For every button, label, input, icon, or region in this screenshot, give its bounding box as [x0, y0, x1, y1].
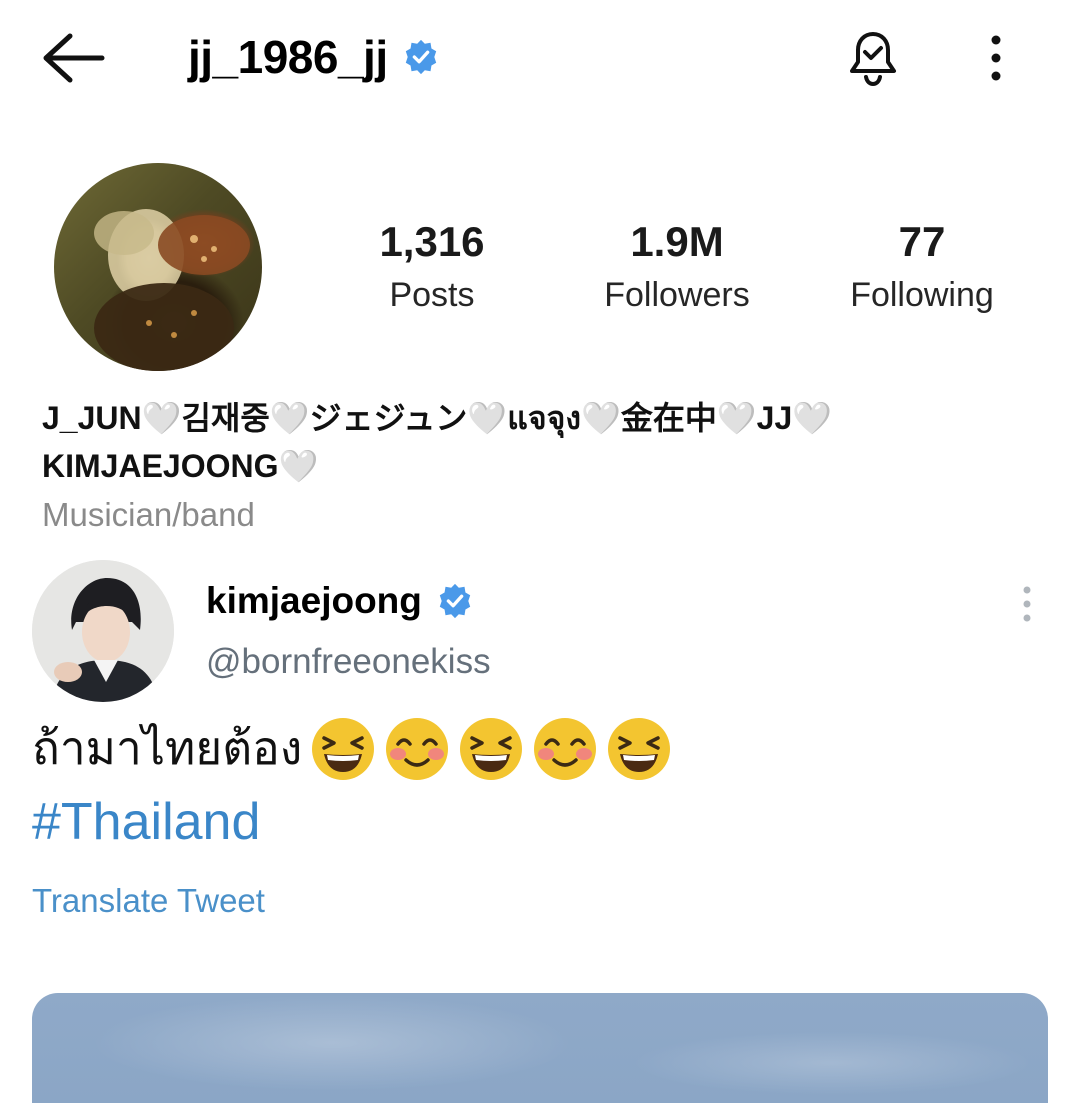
tweet-media-image[interactable]	[32, 993, 1048, 1103]
posts-value: 1,316	[379, 218, 485, 265]
tweet-author-name[interactable]: kimjaejoong	[206, 580, 474, 622]
smiling-blush-emoji-icon	[534, 717, 597, 780]
laughing-emoji-icon	[312, 717, 375, 780]
profile-avatar[interactable]	[54, 163, 262, 371]
avatar-photo	[94, 209, 250, 371]
followers-label: Followers	[604, 276, 750, 314]
tweet-author-handle[interactable]: @bornfreeonekiss	[206, 642, 491, 682]
translate-tweet-link[interactable]: Translate Tweet	[32, 882, 265, 920]
tweet-author-avatar[interactable]	[32, 560, 174, 702]
tweet-avatar-photo	[32, 560, 174, 702]
followers-count[interactable]: 1.9M Followers	[567, 218, 787, 315]
username-text: jj_1986_jj	[188, 31, 388, 83]
following-value: 77	[898, 218, 946, 265]
bio-line-2: KIMJAEJOONG🤍	[42, 448, 319, 484]
laughing-emoji-icon	[608, 717, 671, 780]
laughing-emoji-icon	[460, 717, 523, 780]
tweet-more-icon[interactable]	[1012, 584, 1042, 624]
back-arrow-icon[interactable]	[40, 28, 106, 88]
followers-value: 1.9M	[630, 218, 724, 265]
verified-badge-icon	[405, 39, 436, 75]
tweet-display-name: kimjaejoong	[206, 580, 422, 621]
following-label: Following	[850, 276, 994, 314]
verified-badge-icon	[439, 583, 471, 619]
posts-count[interactable]: 1,316 Posts	[322, 218, 542, 315]
tweet-text: ถ้ามาไทยต้อง	[32, 712, 672, 785]
profile-username: jj_1986_jj	[188, 30, 440, 84]
tweet-text-thai: ถ้ามาไทยต้อง	[32, 722, 303, 774]
bio-line-1: J_JUN🤍김재중🤍ジェジュン🤍แจจุง🤍金在中🤍JJ🤍	[42, 400, 833, 436]
smiling-blush-emoji-icon	[386, 717, 449, 780]
more-options-icon[interactable]	[976, 32, 1016, 84]
profile-category: Musician/band	[42, 496, 255, 533]
following-count[interactable]: 77 Following	[812, 218, 1032, 315]
posts-label: Posts	[389, 276, 475, 314]
tweet-hashtag-link[interactable]: #Thailand	[32, 792, 260, 852]
bell-notification-icon[interactable]	[842, 28, 904, 90]
